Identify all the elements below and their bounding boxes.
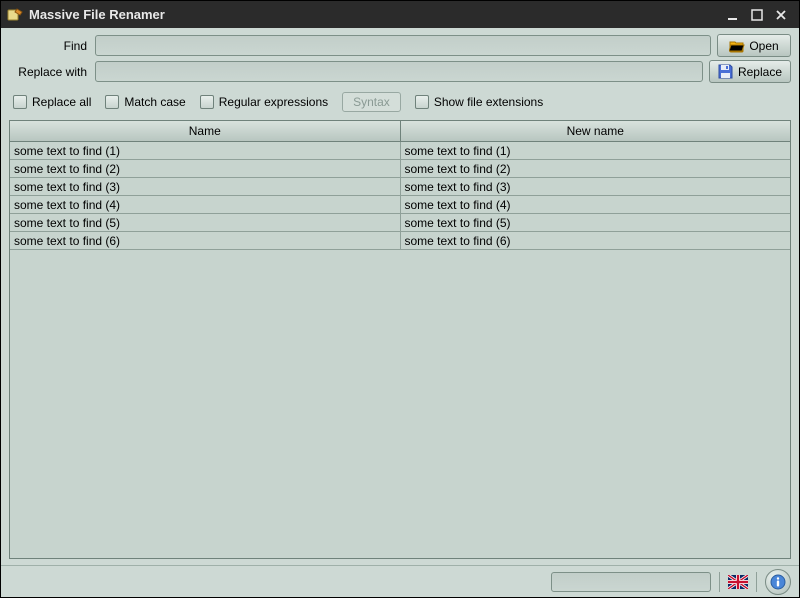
maximize-button[interactable] (745, 5, 769, 25)
cell-new-name[interactable]: some text to find (2) (401, 160, 791, 177)
replace-all-checkbox[interactable]: Replace all (13, 95, 91, 109)
divider (719, 572, 720, 592)
checkbox-box (200, 95, 214, 109)
cell-new-name[interactable]: some text to find (6) (401, 232, 791, 249)
cell-name[interactable]: some text to find (3) (10, 178, 401, 195)
cell-new-name[interactable]: some text to find (3) (401, 178, 791, 195)
statusbar (1, 565, 799, 597)
replace-button[interactable]: Replace (709, 60, 791, 83)
minimize-button[interactable] (721, 5, 745, 25)
divider (756, 572, 757, 592)
show-extensions-checkbox[interactable]: Show file extensions (415, 95, 543, 109)
regex-label: Regular expressions (219, 95, 328, 109)
checkbox-box (105, 95, 119, 109)
replace-input[interactable] (95, 61, 703, 82)
info-icon (770, 574, 786, 590)
folder-open-icon (729, 38, 745, 54)
options-row: Replace all Match case Regular expressio… (9, 86, 791, 120)
cell-name[interactable]: some text to find (1) (10, 142, 401, 159)
cell-name[interactable]: some text to find (5) (10, 214, 401, 231)
table-row[interactable]: some text to find (1)some text to find (… (10, 142, 790, 160)
app-icon (7, 7, 23, 23)
find-input[interactable] (95, 35, 711, 56)
cell-name[interactable]: some text to find (2) (10, 160, 401, 177)
open-button-label: Open (749, 39, 778, 53)
app-window: Massive File Renamer Find Open (0, 0, 800, 598)
table-row[interactable]: some text to find (4)some text to find (… (10, 196, 790, 214)
titlebar: Massive File Renamer (1, 1, 799, 28)
checkbox-box (13, 95, 27, 109)
cell-new-name[interactable]: some text to find (5) (401, 214, 791, 231)
replace-all-label: Replace all (32, 95, 91, 109)
open-button[interactable]: Open (717, 34, 791, 57)
uk-flag-icon[interactable] (728, 575, 748, 589)
cell-name[interactable]: some text to find (6) (10, 232, 401, 249)
table-row[interactable]: some text to find (2)some text to find (… (10, 160, 790, 178)
cell-new-name[interactable]: some text to find (1) (401, 142, 791, 159)
replace-button-label: Replace (738, 65, 782, 79)
column-new-name[interactable]: New name (401, 121, 791, 142)
regex-checkbox[interactable]: Regular expressions (200, 95, 328, 109)
column-name[interactable]: Name (10, 121, 401, 142)
match-case-label: Match case (124, 95, 185, 109)
file-table: Name New name some text to find (1)some … (9, 120, 791, 559)
cell-name[interactable]: some text to find (4) (10, 196, 401, 213)
save-floppy-icon (718, 64, 734, 80)
cell-new-name[interactable]: some text to find (4) (401, 196, 791, 213)
table-row[interactable]: some text to find (6)some text to find (… (10, 232, 790, 250)
replace-with-label: Replace with (9, 65, 89, 79)
syntax-button: Syntax (342, 92, 401, 112)
app-title: Massive File Renamer (29, 7, 721, 22)
replace-row: Replace with Replace (9, 60, 791, 83)
table-row[interactable]: some text to find (3)some text to find (… (10, 178, 790, 196)
status-field (551, 572, 711, 592)
content-area: Find Open Replace with (1, 28, 799, 565)
show-extensions-label: Show file extensions (434, 95, 543, 109)
find-label: Find (9, 39, 89, 53)
find-row: Find Open (9, 34, 791, 57)
close-button[interactable] (769, 5, 793, 25)
table-header: Name New name (10, 121, 790, 142)
info-button[interactable] (765, 569, 791, 595)
checkbox-box (415, 95, 429, 109)
table-body[interactable]: some text to find (1)some text to find (… (10, 142, 790, 558)
table-row[interactable]: some text to find (5)some text to find (… (10, 214, 790, 232)
match-case-checkbox[interactable]: Match case (105, 95, 185, 109)
